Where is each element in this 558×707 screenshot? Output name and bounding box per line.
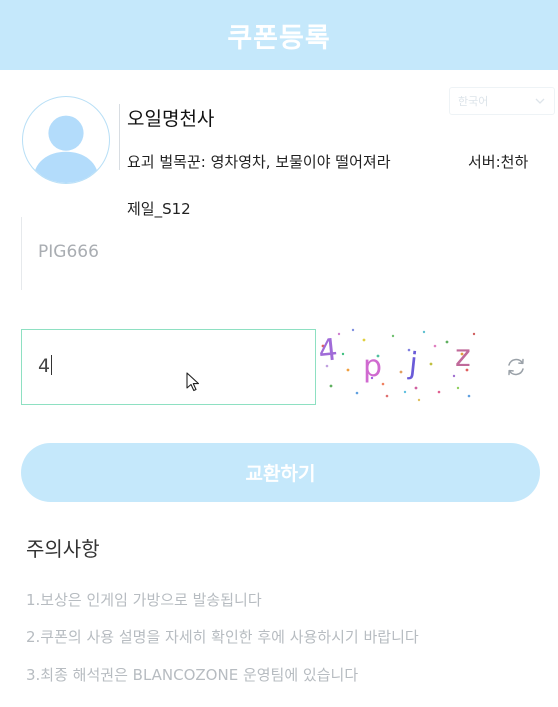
profile-divider bbox=[119, 104, 120, 170]
exchange-button[interactable]: 교환하기 bbox=[21, 443, 540, 502]
character-info: 요괴 벌목꾼: 영차영차, 보물이야 떨어져라 bbox=[127, 153, 391, 171]
nickname: 오일명천사 bbox=[127, 108, 215, 130]
captcha-char: 4 bbox=[317, 332, 339, 369]
mouse-cursor-icon bbox=[186, 372, 200, 392]
coupon-code-placeholder: PIG666 bbox=[38, 242, 99, 262]
page-title: 쿠폰등록 bbox=[227, 22, 331, 54]
server-info-continued: 제일_S12 bbox=[127, 200, 191, 218]
notice-item: 3.최종 해석권은 BLANCOZONE 운영팀에 있습니다 bbox=[26, 666, 359, 684]
notice-item: 2.쿠폰의 사용 설명을 자세히 확인한 후에 사용하시기 바랍니다 bbox=[26, 628, 419, 646]
captcha-input[interactable]: 4 bbox=[21, 329, 316, 405]
language-select-value: 한국어 bbox=[458, 95, 489, 108]
captcha-input-value: 4 bbox=[38, 355, 51, 377]
server-info: 서버:천하 bbox=[468, 153, 529, 171]
chevron-down-icon bbox=[535, 98, 545, 104]
text-caret bbox=[51, 355, 53, 375]
captcha-char: z bbox=[455, 339, 471, 374]
page-header: 쿠폰등록 bbox=[0, 0, 558, 70]
notice-title: 주의사항 bbox=[26, 537, 100, 561]
captcha-char: j bbox=[406, 346, 419, 382]
captcha-noise-dots bbox=[321, 328, 476, 402]
language-select[interactable]: 한국어 bbox=[449, 87, 555, 115]
notice-item: 1.보상은 인게임 가방으로 발송됩니다 bbox=[26, 591, 262, 609]
avatar bbox=[22, 96, 110, 184]
captcha-char: p bbox=[363, 349, 382, 384]
refresh-icon[interactable] bbox=[505, 356, 527, 378]
coupon-code-input[interactable]: PIG666 bbox=[21, 217, 540, 290]
user-avatar-icon bbox=[32, 115, 100, 183]
captcha-image[interactable]: 4 p j z bbox=[317, 326, 478, 402]
